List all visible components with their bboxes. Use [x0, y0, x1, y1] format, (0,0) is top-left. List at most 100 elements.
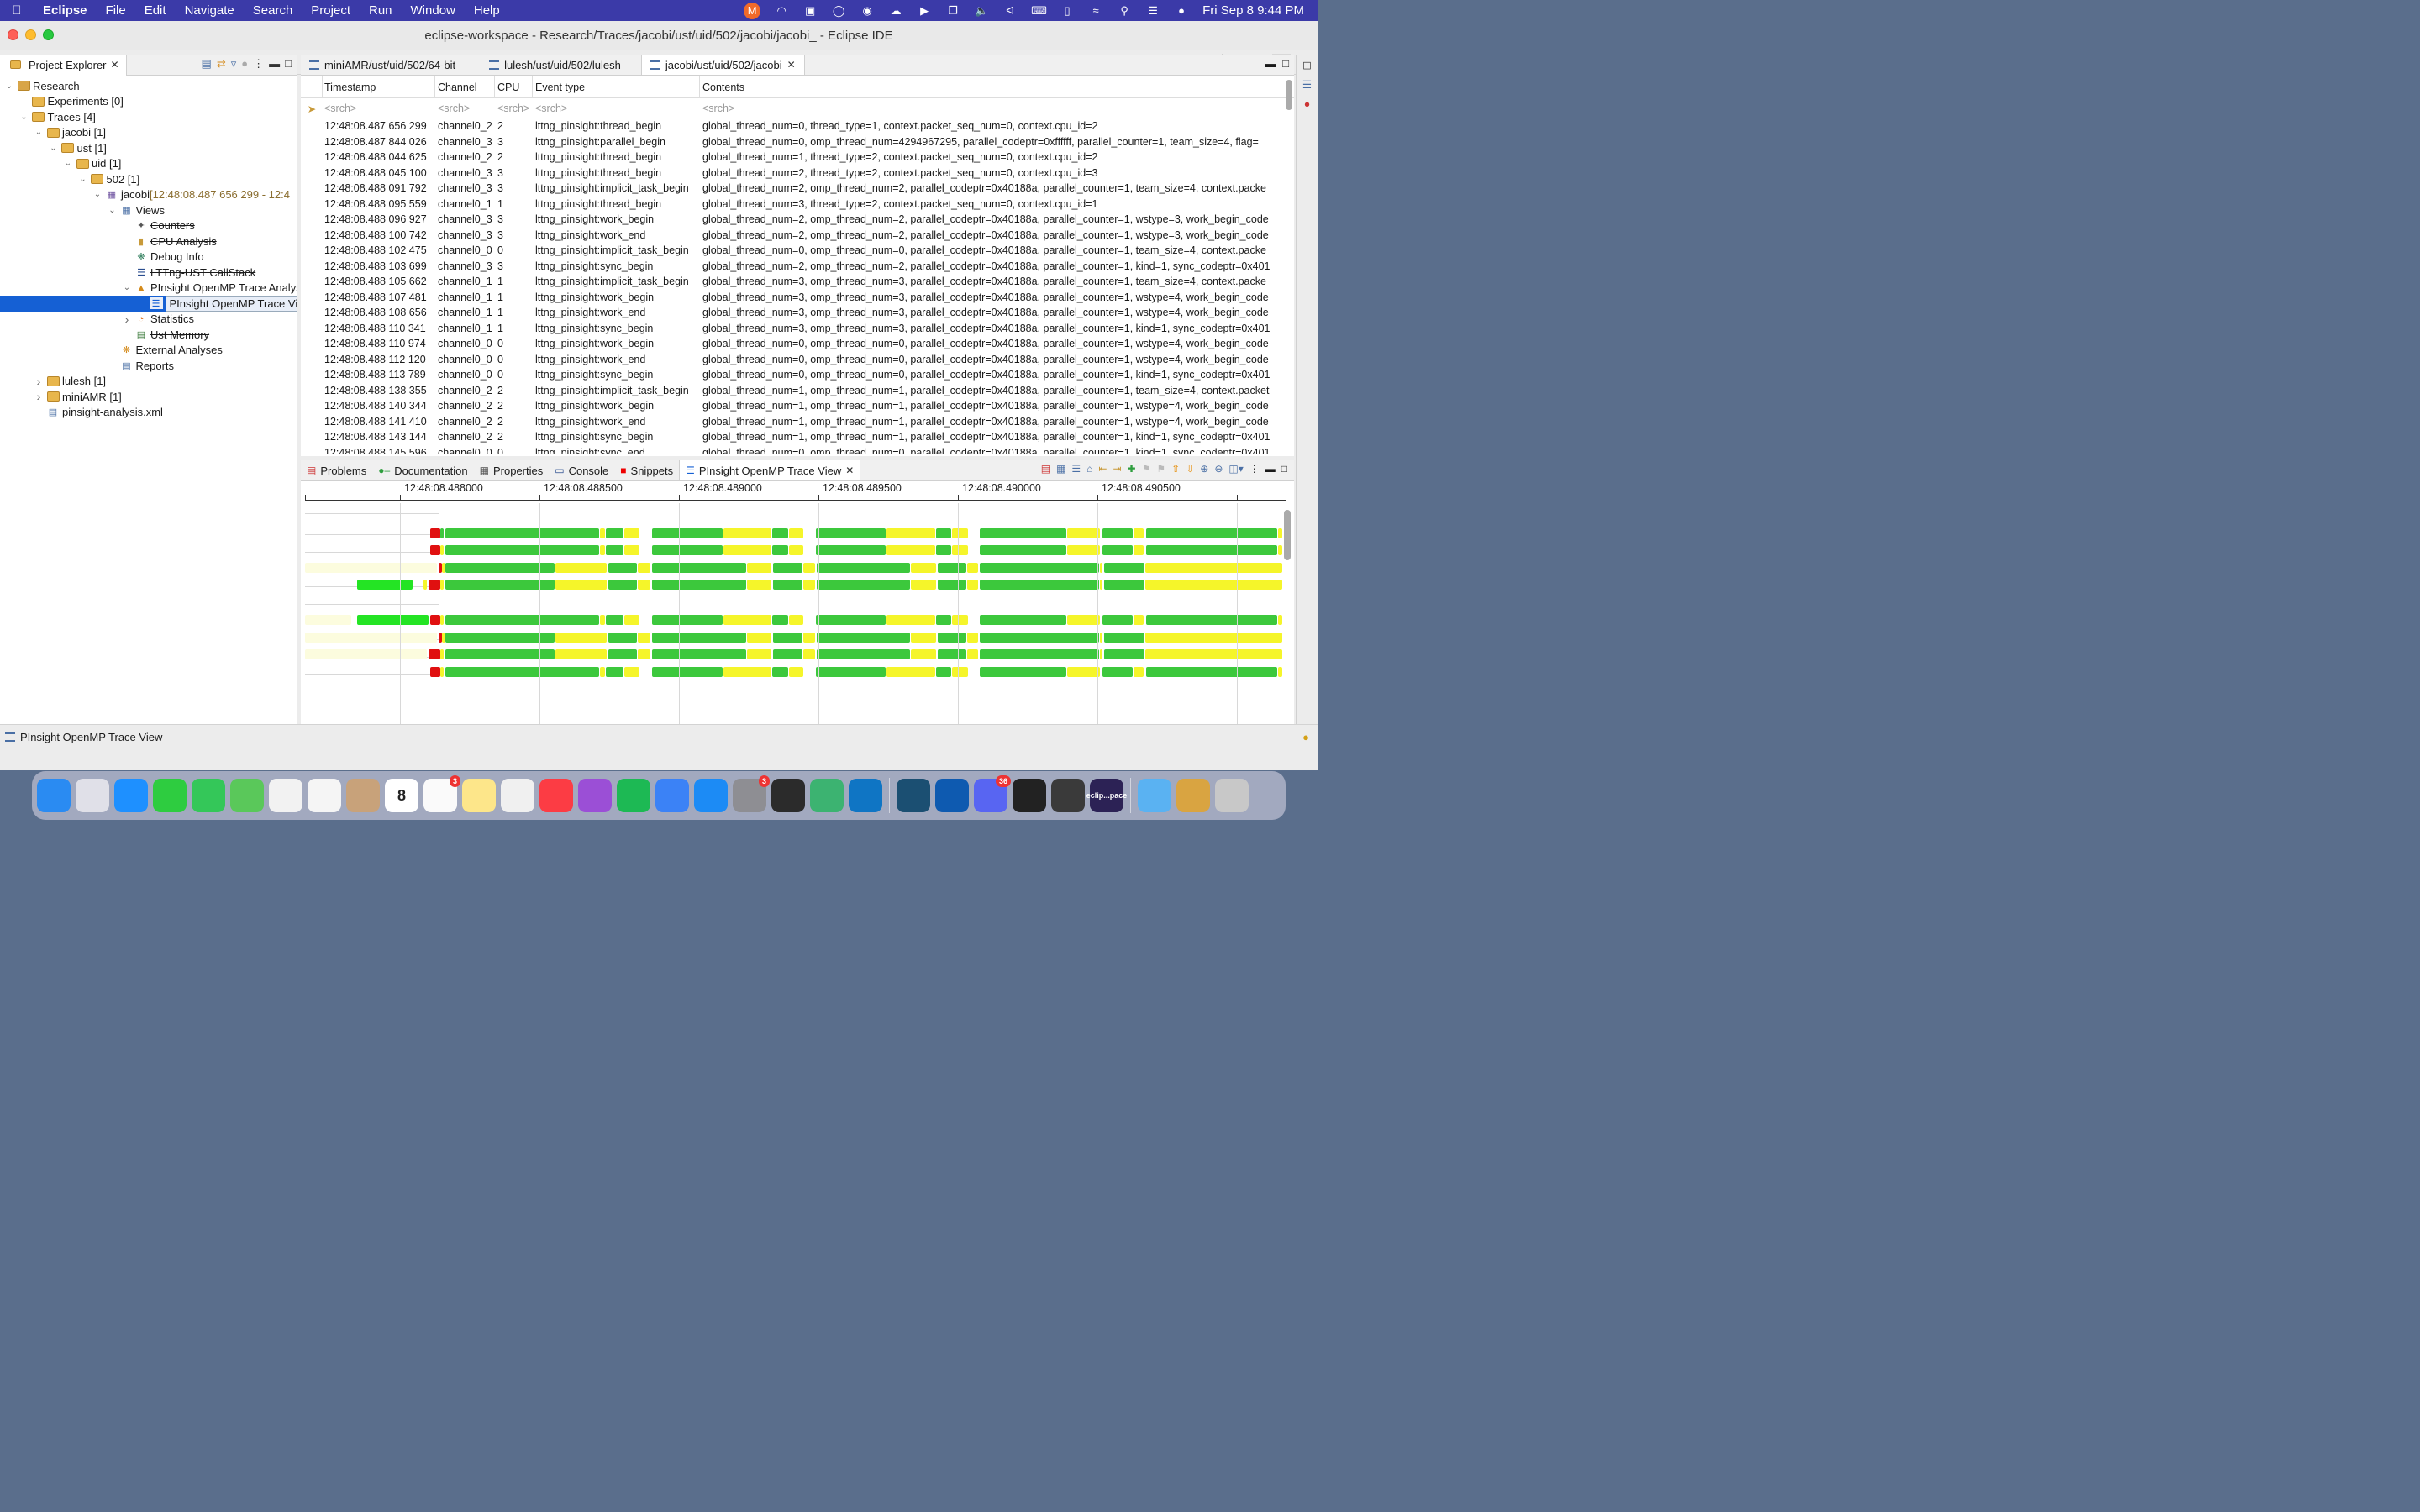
table-row[interactable]: 12:48:08.488 141 410 channel0_2 2 lttng_pin…: [301, 414, 1294, 430]
dock-calendar-icon[interactable]: 8: [385, 779, 418, 812]
table-row[interactable]: 12:48:08.488 108 656 channel0_1 1 lttng_pin…: [301, 305, 1294, 321]
events-scrollbar[interactable]: [1286, 80, 1292, 110]
thread-lane[interactable]: [301, 545, 1294, 555]
state-segment[interactable]: [967, 649, 978, 659]
state-segment[interactable]: [357, 580, 413, 590]
tree-item[interactable]: ☰PInsight OpenMP Trace View: [0, 295, 297, 312]
state-segment[interactable]: [1100, 580, 1102, 590]
maximize-icon[interactable]: □: [285, 57, 292, 71]
dock-launchpad-icon[interactable]: [76, 779, 109, 812]
thread-lane[interactable]: [301, 580, 1294, 590]
dock-facetime-icon[interactable]: [153, 779, 187, 812]
tree-item[interactable]: › lulesh [1]: [0, 374, 297, 390]
state-segment[interactable]: [980, 563, 1099, 573]
tab-problems[interactable]: ▤ Problems: [301, 460, 372, 480]
chevron-down-icon[interactable]: ⌄: [3, 81, 15, 91]
tree-item[interactable]: ▤ Ust Memory: [0, 327, 297, 343]
close-icon[interactable]: ✕: [110, 59, 118, 71]
dock-maps-icon[interactable]: [230, 779, 264, 812]
dock-sublime-icon[interactable]: [1051, 779, 1085, 812]
state-segment[interactable]: [789, 545, 803, 555]
dock-terminal-icon[interactable]: [1013, 779, 1046, 812]
dock-reminders-icon[interactable]: 3: [424, 775, 460, 812]
table-row[interactable]: 12:48:08.488 091 792 channel0_3 3 lttng_pin…: [301, 181, 1294, 197]
state-segment[interactable]: [624, 667, 639, 677]
tree-item[interactable]: ⌄ ▦ Views: [0, 202, 297, 218]
state-segment[interactable]: [1145, 580, 1282, 590]
state-segment[interactable]: [1145, 649, 1282, 659]
tree-item[interactable]: › ◔ Statistics: [0, 312, 297, 328]
state-segment[interactable]: [430, 615, 440, 625]
state-segment[interactable]: [305, 615, 351, 625]
state-segment[interactable]: [1067, 667, 1100, 677]
state-segment[interactable]: [440, 580, 444, 590]
state-segment[interactable]: [772, 615, 788, 625]
table-row[interactable]: 12:48:08.488 113 789 channel0_0 0 lttng_pin…: [301, 367, 1294, 383]
state-segment[interactable]: [1100, 649, 1102, 659]
close-icon[interactable]: ✕: [787, 59, 796, 71]
tree-item[interactable]: ✦ Counters: [0, 218, 297, 234]
state-segment[interactable]: [445, 545, 599, 555]
state-segment[interactable]: [555, 563, 607, 573]
state-segment[interactable]: [936, 615, 951, 625]
state-segment[interactable]: [723, 615, 771, 625]
menu-file[interactable]: File: [97, 3, 135, 18]
menu-help[interactable]: Help: [465, 3, 509, 18]
state-segment[interactable]: [1100, 563, 1102, 573]
next-event-icon[interactable]: ⇥: [1113, 463, 1121, 475]
dock-system-settings-icon[interactable]: 3: [733, 775, 770, 812]
dock-eclipse-icon[interactable]: eclip...pace: [1086, 779, 1127, 812]
state-segment[interactable]: [1146, 667, 1277, 677]
state-segment[interactable]: [803, 563, 815, 573]
state-segment[interactable]: [624, 528, 639, 538]
prev-item-icon[interactable]: ⇧: [1171, 463, 1180, 475]
search-input-timestamp[interactable]: <srch>: [323, 102, 435, 114]
thread-lane[interactable]: [301, 649, 1294, 659]
dock-eclipse-trace-icon[interactable]: [897, 779, 930, 812]
chevron-down-icon[interactable]: ⌄: [33, 128, 45, 137]
tree-item[interactable]: ▤ Reports: [0, 358, 297, 374]
state-segment[interactable]: [886, 667, 935, 677]
cloud-alert-icon[interactable]: ☁: [888, 4, 903, 18]
tree-item[interactable]: ⌄ Research: [0, 78, 297, 94]
state-segment[interactable]: [967, 563, 978, 573]
tree-item[interactable]: ⌄ ust [1]: [0, 140, 297, 156]
table-row[interactable]: 12:48:08.488 105 662 channel0_1 1 lttng_pin…: [301, 274, 1294, 290]
state-segment[interactable]: [1067, 545, 1100, 555]
column-header-cpu[interactable]: CPU: [495, 76, 533, 98]
state-segment[interactable]: [440, 615, 444, 625]
dock-spotify-icon[interactable]: [617, 779, 650, 812]
status-app-icon[interactable]: M: [744, 2, 761, 19]
state-segment[interactable]: [747, 649, 771, 659]
state-segment[interactable]: [652, 649, 746, 659]
chevron-right-icon[interactable]: ›: [121, 312, 133, 326]
bluetooth-icon[interactable]: ᐊ: [1002, 4, 1018, 18]
dock-messages-icon[interactable]: [192, 779, 225, 812]
state-segment[interactable]: [1145, 563, 1282, 573]
filter-icon[interactable]: ▿: [231, 57, 237, 71]
search-input-contents[interactable]: <srch>: [700, 102, 1294, 114]
menu-project[interactable]: Project: [302, 3, 360, 18]
screen-share-icon[interactable]: ▣: [802, 4, 818, 18]
dock-chrome-icon[interactable]: [269, 779, 302, 812]
state-segment[interactable]: [638, 649, 650, 659]
dock-app-store-icon[interactable]: [694, 779, 728, 812]
table-row[interactable]: 12:48:08.488 145 596 channel0_0 0 lttng_pin…: [301, 445, 1294, 454]
tab-project-explorer[interactable]: Project Explorer ✕: [0, 54, 127, 76]
tree-item[interactable]: ▮ CPU Analysis: [0, 234, 297, 249]
timeline-area[interactable]: 12:48:08.488000 12:48:08.488500 12:48:08.4…: [301, 481, 1294, 726]
chevron-down-icon[interactable]: ⌄: [121, 283, 133, 292]
column-header-channel[interactable]: Channel: [435, 76, 495, 98]
state-segment[interactable]: [445, 615, 599, 625]
view-menu-icon[interactable]: ⋮: [253, 57, 264, 71]
state-segment[interactable]: [429, 580, 440, 590]
dock-notes-icon[interactable]: [462, 779, 496, 812]
state-segment[interactable]: [1278, 528, 1282, 538]
thread-lane[interactable]: [301, 528, 1294, 538]
reset-scale-icon[interactable]: ▤: [1041, 463, 1050, 475]
table-row[interactable]: 12:48:08.488 112 120 channel0_0 0 lttng_pin…: [301, 352, 1294, 368]
dock-podcasts-icon[interactable]: [578, 779, 612, 812]
spotlight-search-icon[interactable]: ⚲: [1117, 4, 1132, 18]
state-segment[interactable]: [980, 649, 1099, 659]
state-segment[interactable]: [967, 580, 978, 590]
